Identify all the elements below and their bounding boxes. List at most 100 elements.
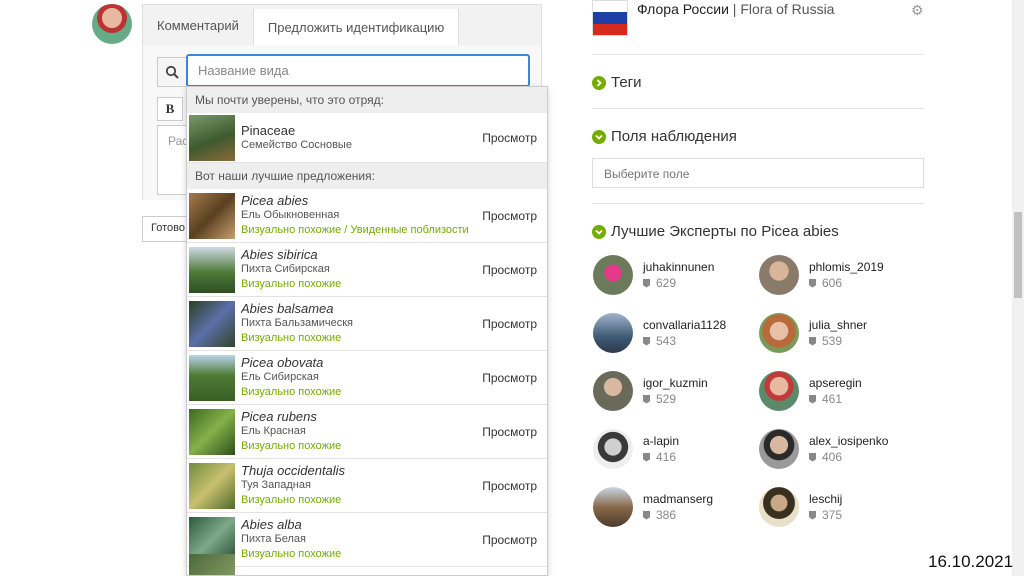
avatar [759,255,799,295]
expert-login: phlomis_2019 [809,260,884,274]
taxon-thumbnail [189,192,235,239]
tags-label: Теги [611,74,642,91]
taxon-thumbnail [189,408,235,455]
result-row[interactable]: Abies sibirica Пихта Сибирская Визуально… [187,243,547,297]
taxon-thumbnail [189,354,235,401]
field-select-input[interactable]: Выберите поле [592,158,924,188]
result-row[interactable]: Abies alba Пихта Белая Визуально похожие… [187,513,547,567]
expert-item[interactable]: julia_shner 539 [759,313,867,353]
tab-suggest-id[interactable]: Предложить идентификацию [252,9,460,45]
divider [592,54,924,55]
result-row[interactable]: Picea obovata Ель Сибирская Визуально по… [187,351,547,405]
bold-button[interactable]: B [157,97,183,121]
project-title-ru: Флора России [637,1,729,17]
top-heading: Мы почти уверены, что это отряд: [187,87,547,113]
experts-section-title[interactable]: Лучшие Эксперты по Picea abies [592,223,839,240]
result-row[interactable] [187,554,547,575]
expert-item[interactable]: igor_kuzmin 529 [593,371,708,411]
expert-item[interactable]: phlomis_2019 606 [759,255,884,295]
result-row[interactable]: Abies balsamea Пихта Бальзамическя Визуа… [187,297,547,351]
taxon-thumbnail [189,300,235,347]
avatar [759,487,799,527]
species-search-input[interactable] [186,54,530,87]
search-icon [157,57,187,87]
comment-textarea[interactable]: Рас [157,125,187,195]
scrollbar-thumb[interactable] [1014,212,1022,298]
taxon-name: Thuja occidentalis [241,463,346,478]
expert-login: madmanserg [643,492,714,506]
taxon-name: Picea rubens [241,409,317,424]
expert-login: alex_iosipenko [809,434,889,448]
expert-login: igor_kuzmin [643,376,708,390]
match-reason: Визуально похожие [241,332,342,344]
view-link[interactable]: Просмотр [482,209,537,223]
view-link[interactable]: Просмотр [482,479,537,493]
taxon-name: Abies sibirica [241,247,318,262]
chevron-right-icon [592,75,606,90]
avatar [593,487,633,527]
expert-login: leschij [809,492,843,506]
expert-item[interactable]: alex_iosipenko 406 [759,429,888,469]
view-link[interactable]: Просмотр [482,263,537,277]
expert-count: 539 [822,334,843,348]
result-row[interactable]: Thuja occidentalis Туя Западная Визуальн… [187,459,547,513]
id-badge-icon [809,278,816,288]
expert-count: 416 [656,450,677,464]
comment-tabs: Комментарий Предложить идентификацию [143,5,541,45]
match-reason: Визуально похожие [241,494,342,506]
match-reason: Визуально похожие / Увиденные поблизости [241,224,469,236]
result-row[interactable]: Pinaceae Семейство Сосновые Просмотр [187,113,547,163]
tags-section-title[interactable]: Теги [592,74,642,91]
expert-login: convallaria1128 [643,318,727,332]
experts-label: Лучшие Эксперты по Picea abies [611,223,839,240]
gear-icon[interactable]: ⚙ [911,2,924,19]
expert-login: apseregin [809,376,862,390]
taxon-thumbnail [189,462,235,509]
avatar [593,313,633,353]
result-row[interactable]: Picea rubens Ель Красная Визуально похож… [187,405,547,459]
fields-section-title[interactable]: Поля наблюдения [592,128,737,145]
fields-label: Поля наблюдения [611,128,737,145]
match-reason: Визуально похожие [241,386,342,398]
expert-item[interactable]: leschij 375 [759,487,842,527]
expert-item[interactable]: a-lapin 416 [593,429,679,469]
done-button[interactable]: Готово [142,216,188,242]
avatar [759,429,799,469]
taxon-name: Abies balsamea [241,301,334,316]
divider [592,108,924,109]
divider [592,203,924,204]
chevron-down-icon [592,224,606,239]
expert-item[interactable]: juhakinnunen 629 [593,255,714,295]
id-badge-icon [809,452,816,462]
view-link[interactable]: Просмотр [482,371,537,385]
id-badge-icon [809,510,816,520]
project-title[interactable]: Флора России | Flora of Russia [637,1,834,17]
expert-count: 606 [822,276,843,290]
id-badge-icon [643,336,650,346]
taxon-thumbnail [189,554,235,575]
chevron-down-icon [592,129,606,144]
expert-item[interactable]: convallaria1128 543 [593,313,726,353]
russia-flag-icon [592,0,628,36]
avatar [759,313,799,353]
id-badge-icon [643,510,650,520]
avatar [759,371,799,411]
avatar [593,255,633,295]
taxon-thumbnail [189,246,235,293]
current-user-avatar[interactable] [92,4,132,44]
expert-item[interactable]: madmanserg 386 [593,487,713,527]
expert-count: 543 [656,334,677,348]
view-link[interactable]: Просмотр [482,425,537,439]
id-badge-icon [809,394,816,404]
expert-count: 461 [822,392,843,406]
view-link[interactable]: Просмотр [482,533,537,547]
project-title-en: Flora of Russia [740,1,835,17]
view-link[interactable]: Просмотр [482,317,537,331]
expert-count: 406 [822,450,843,464]
match-reason: Визуально похожие [241,278,342,290]
view-link[interactable]: Просмотр [482,131,537,145]
expert-login: a-lapin [643,434,680,448]
tab-comment[interactable]: Комментарий [143,5,253,45]
expert-item[interactable]: apseregin 461 [759,371,862,411]
result-row[interactable]: Picea abies Ель Обыкновенная Визуально п… [187,189,547,243]
